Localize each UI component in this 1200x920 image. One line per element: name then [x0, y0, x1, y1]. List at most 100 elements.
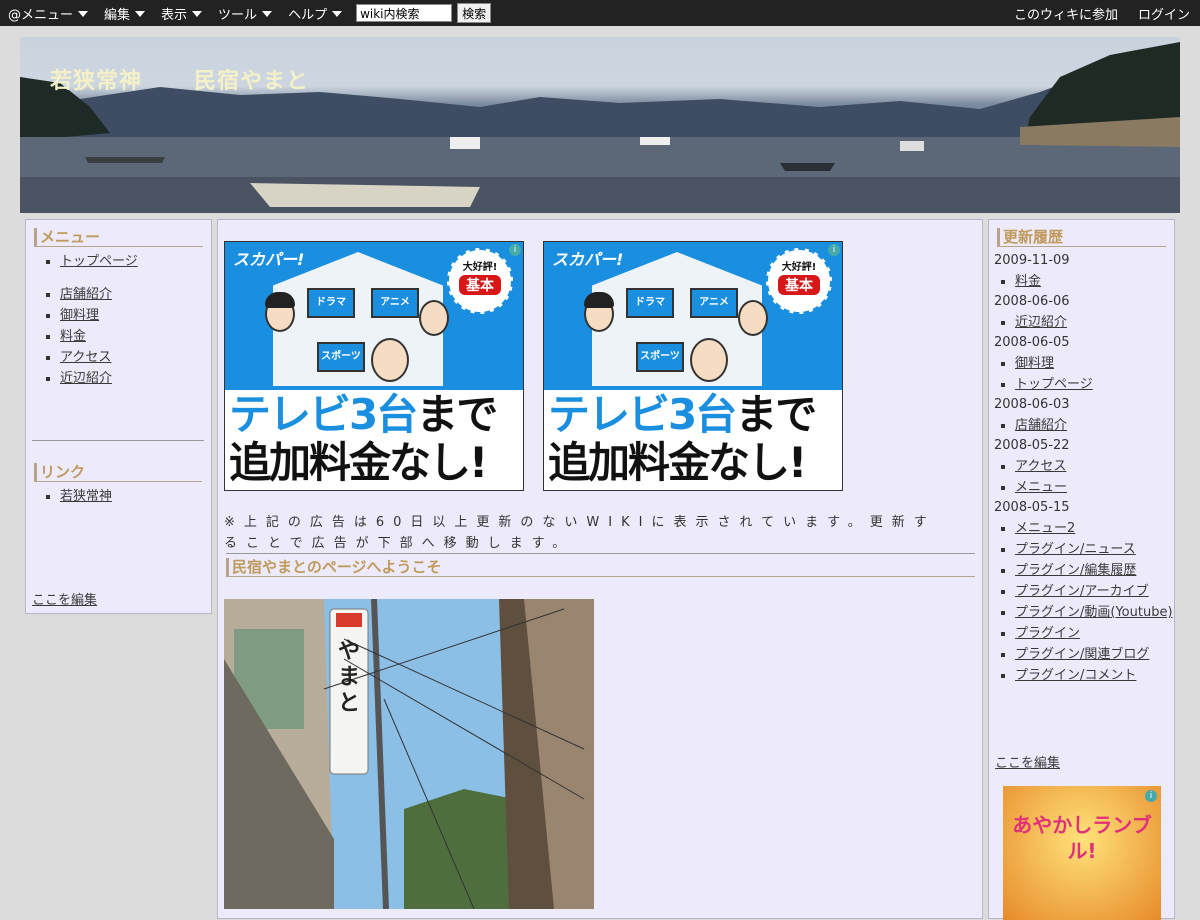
menu-bar: @メニュー 編集 表示 ツール ヘルプ 検索: [8, 0, 492, 26]
menu-link-shop[interactable]: 店舗紹介: [60, 287, 112, 302]
list-item: アクセス: [60, 347, 203, 368]
menu-view[interactable]: 表示: [161, 4, 203, 23]
badge-main: 基本: [778, 275, 820, 295]
welcome-heading: 民宿やまとのページへようこそ: [226, 558, 975, 577]
top-toolbar: @メニュー 編集 表示 ツール ヘルプ 検索 このウィキに参加 ログイン: [0, 0, 1200, 26]
list-item: 店舗紹介: [60, 284, 203, 305]
info-icon[interactable]: i: [828, 244, 840, 256]
welcome-section: 民宿やまとのページへようこそ: [226, 553, 975, 577]
list-item: アクセス: [1015, 456, 1174, 477]
history-link[interactable]: プラグイン/編集履歴: [1015, 563, 1136, 578]
tv-icon: スポーツ: [317, 342, 365, 372]
chevron-down-icon: [262, 11, 273, 17]
history-date: 2009-11-09: [994, 253, 1070, 268]
person-icon: [419, 300, 449, 336]
tv-label: アニメ: [699, 297, 729, 308]
history-link[interactable]: トップページ: [1015, 377, 1093, 392]
edit-left-link[interactable]: ここを編集: [32, 589, 97, 608]
history-link[interactable]: プラグイン/ニュース: [1015, 542, 1136, 557]
info-icon[interactable]: i: [509, 244, 521, 256]
menu-link-access[interactable]: アクセス: [60, 350, 111, 365]
login-link[interactable]: ログイン: [1138, 4, 1190, 23]
menu-atmenu[interactable]: @メニュー: [8, 4, 89, 23]
link-heading: リンク: [34, 463, 202, 482]
menu-label: ヘルプ: [288, 7, 328, 23]
search-button[interactable]: 検索: [457, 3, 492, 23]
left-sidebar: メニュー トップページ 店舗紹介 御料理 料金 アクセス 近辺紹介 リンク 若狭…: [25, 219, 212, 614]
search-input[interactable]: [356, 4, 453, 22]
history-link[interactable]: プラグイン: [1015, 626, 1080, 641]
history-date: 2008-05-22: [994, 438, 1070, 453]
tv-label: スポーツ: [321, 351, 361, 362]
history-link[interactable]: アクセス: [1015, 459, 1066, 474]
menu-link-cuisine[interactable]: 御料理: [60, 308, 99, 323]
list-item: 店舗紹介: [1015, 415, 1174, 436]
list-item: プラグイン/関連ブログ: [1015, 644, 1174, 665]
history-link[interactable]: プラグイン/コメント: [1015, 668, 1136, 683]
history-link[interactable]: メニュー: [1015, 480, 1067, 495]
tv-icon: アニメ: [690, 288, 738, 318]
menu-label: ツール: [218, 7, 258, 23]
history-link[interactable]: 店舗紹介: [1015, 418, 1067, 433]
list-item: プラグイン/編集履歴: [1015, 560, 1174, 581]
chevron-down-icon: [332, 11, 343, 17]
ad-headline-1: テレビ3台まで: [548, 390, 817, 439]
edit-right-link[interactable]: ここを編集: [995, 752, 1060, 771]
history-link[interactable]: プラグイン/アーカイブ: [1015, 584, 1149, 599]
menu-list: 店舗紹介 御料理 料金 アクセス 近辺紹介: [34, 284, 203, 389]
ad-headline-blue: テレビ3台: [548, 390, 737, 439]
link-list: 若狭常神: [34, 486, 202, 507]
hair-shape: [265, 292, 295, 308]
history-date: 2008-06-03: [994, 397, 1070, 412]
chevron-down-icon: [135, 11, 146, 17]
account-links: このウィキに参加 ログイン: [994, 0, 1190, 26]
menu-edit[interactable]: 編集: [104, 4, 146, 23]
history-link[interactable]: 料金: [1015, 274, 1041, 289]
history-items: 近辺紹介: [989, 312, 1174, 333]
history-items: 御料理トップページ: [989, 353, 1174, 395]
list-item: メニュー2: [1015, 518, 1174, 539]
divider: [32, 440, 204, 441]
badge-icon: 大好評! 基本: [766, 248, 832, 314]
header-banner: 若狭常神 民宿やまと: [20, 37, 1180, 213]
menu-link-price[interactable]: 料金: [60, 329, 86, 344]
site-title-1: 若狭常神: [50, 69, 143, 94]
person-icon: [690, 338, 728, 382]
ad-headline-2: 追加料金なし!: [548, 438, 807, 487]
history-items: 店舗紹介: [989, 415, 1174, 436]
search-form: 検索: [356, 3, 492, 23]
ad-headline-2: 追加料金なし!: [229, 438, 488, 487]
ad-headline-blue: テレビ3台: [229, 390, 418, 439]
ad-brand: スカパー!: [552, 250, 624, 269]
ad-headline-1: テレビ3台まで: [229, 390, 498, 439]
join-wiki-link[interactable]: このウィキに参加: [1014, 4, 1118, 23]
history-link[interactable]: メニュー2: [1015, 521, 1075, 536]
list-item: 近辺紹介: [1015, 312, 1174, 333]
history-link[interactable]: プラグイン/動画(Youtube): [1015, 605, 1173, 620]
external-link[interactable]: 若狭常神: [60, 489, 112, 504]
menu-help[interactable]: ヘルプ: [288, 4, 343, 23]
menu-tools[interactable]: ツール: [218, 4, 273, 23]
menu-link-nearby[interactable]: 近辺紹介: [60, 371, 112, 386]
site-title: 若狭常神 民宿やまと: [50, 63, 309, 95]
tv-label: ドラマ: [635, 297, 665, 308]
badge-top: 大好評!: [462, 262, 498, 273]
list-item: 料金: [1015, 271, 1174, 292]
menu-label: 編集: [104, 7, 131, 23]
advertisement[interactable]: スカパー! i ドラマ アニメ スポーツ 大好評! 基本 テレビ3台まで 追加料…: [224, 241, 524, 491]
history-date: 2008-06-05: [994, 335, 1070, 350]
advertisement[interactable]: スカパー! i ドラマ アニメ スポーツ 大好評! 基本 テレビ3台まで 追加料…: [543, 241, 843, 491]
menu-link-top[interactable]: トップページ: [60, 254, 138, 269]
badge-icon: 大好評! 基本: [447, 248, 513, 314]
history-link[interactable]: プラグイン/関連ブログ: [1015, 647, 1149, 662]
street-photo: [224, 599, 594, 909]
inn-photo: やまと: [224, 599, 594, 909]
history-link[interactable]: 御料理: [1015, 356, 1054, 371]
hair-shape: [584, 292, 614, 308]
menu-label: 表示: [161, 7, 188, 23]
info-icon[interactable]: i: [1145, 790, 1157, 802]
ad-brand: スカパー!: [233, 250, 305, 269]
list-item: 若狭常神: [60, 486, 202, 507]
history-link[interactable]: 近辺紹介: [1015, 315, 1067, 330]
person-icon: [738, 300, 768, 336]
